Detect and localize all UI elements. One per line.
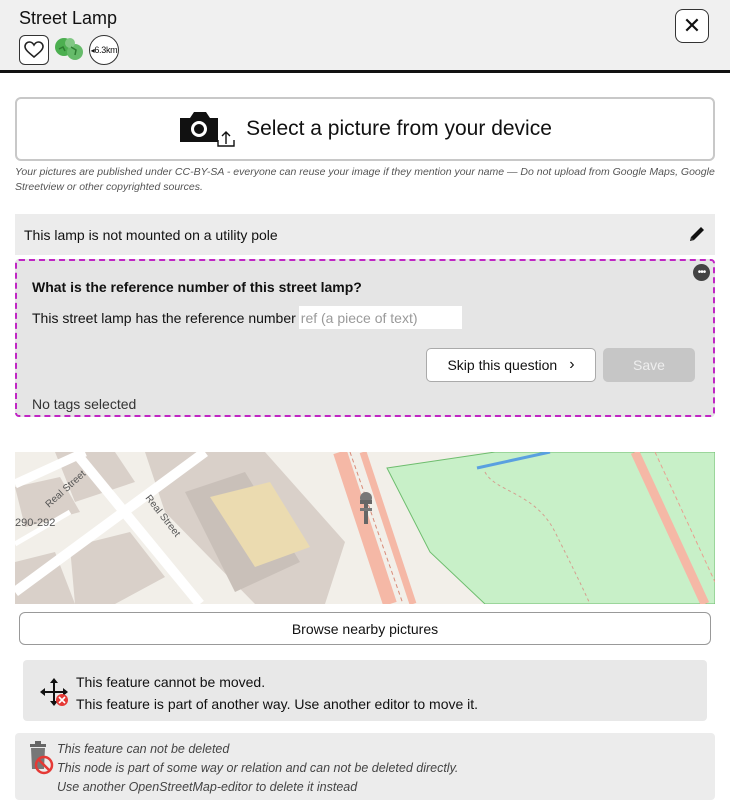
question-prefix: This street lamp has the reference numbe… (32, 309, 296, 326)
upload-label: Select a picture from your device (246, 117, 552, 140)
upload-picture-button[interactable]: Select a picture from your device (15, 97, 715, 161)
delete-feature-notice: This feature can not be deleted This nod… (15, 733, 715, 800)
popup-header: Street Lamp ◂ 6.3km ✕ (0, 0, 730, 73)
reference-number-input[interactable] (298, 306, 462, 329)
skip-label: Skip this question (447, 357, 558, 373)
more-options-icon[interactable]: ••• (693, 264, 710, 281)
delete-notice-line3: Use another OpenStreetMap-editor to dele… (57, 780, 358, 794)
license-notice: Your pictures are published under CC-BY-… (15, 166, 715, 193)
browse-label: Browse nearby pictures (291, 620, 439, 637)
close-icon: ✕ (682, 13, 702, 38)
move-notice-line1: This feature cannot be moved. (76, 674, 266, 690)
browse-nearby-pictures-button[interactable]: Browse nearby pictures (19, 612, 711, 645)
question-box: ••• What is the reference number of this… (15, 259, 715, 417)
edit-pencil-icon[interactable] (687, 224, 707, 247)
wikipedia-icon (55, 38, 83, 60)
distance-value: 6.3km (94, 45, 118, 55)
skip-question-button[interactable]: Skip this question › (426, 348, 596, 382)
chevron-right-icon: › (569, 356, 575, 373)
delete-notice-line2: This node is part of some way or relatio… (57, 761, 459, 775)
selected-tags-status: No tags selected (32, 396, 137, 412)
question-input-row: This street lamp has the reference numbe… (32, 306, 462, 329)
delete-notice-line1: This feature can not be deleted (57, 742, 230, 756)
move-notice-line2: This feature is part of another way. Use… (76, 696, 479, 712)
tag-rendering-answer: This lamp is not mounted on a utility po… (15, 214, 715, 255)
map-house-number: 290-292 (15, 517, 55, 529)
camera-upload-icon (180, 112, 235, 147)
heart-icon (24, 41, 44, 59)
close-button[interactable]: ✕ (675, 9, 709, 43)
mini-map[interactable]: Real Street Real Street 290-292 (15, 452, 715, 604)
tag-rendering-text: This lamp is not mounted on a utility po… (24, 226, 278, 243)
move-notice-text: This feature cannot be moved. This featu… (76, 671, 478, 715)
delete-disabled-icon (30, 741, 54, 775)
question-title: What is the reference number of this str… (32, 279, 362, 295)
delete-notice-text: This feature can not be deleted This nod… (57, 740, 458, 797)
favourite-heart-button[interactable] (19, 35, 49, 65)
move-feature-notice: This feature cannot be moved. This featu… (23, 660, 707, 721)
popup-title: Street Lamp (19, 8, 118, 28)
save-button[interactable]: Save (603, 348, 695, 382)
move-disabled-icon (40, 678, 68, 706)
header-icons: ◂ 6.3km (19, 35, 119, 65)
distance-badge: ◂ 6.3km (89, 35, 119, 65)
map-canvas: Real Street Real Street 290-292 (15, 452, 715, 604)
